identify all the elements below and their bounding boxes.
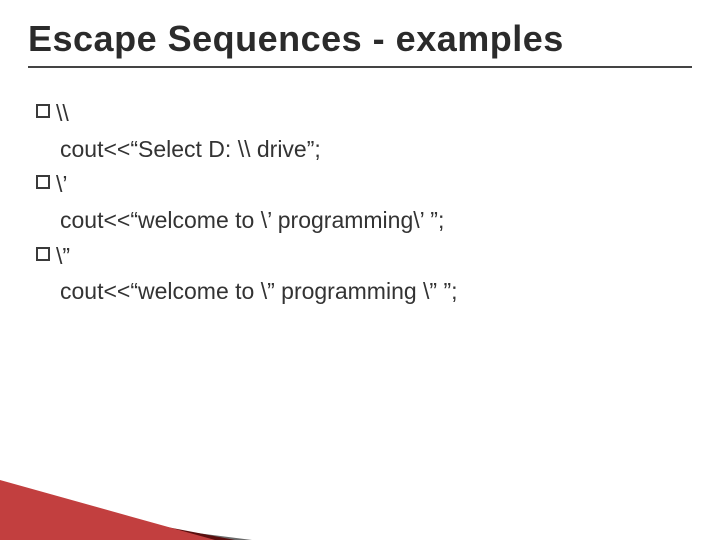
bullet-icon xyxy=(36,247,50,261)
code-line: cout<<“welcome to \” programming \” ”; xyxy=(36,274,692,310)
page-title: Escape Sequences - examples xyxy=(28,18,692,68)
bullet-text: \’ xyxy=(56,167,68,203)
list-item: \\ xyxy=(36,96,692,132)
slide: Escape Sequences - examples \\ cout<<“Se… xyxy=(0,0,720,540)
bullet-text: \\ xyxy=(56,96,69,132)
code-line: cout<<“Select D: \\ drive”; xyxy=(36,132,692,168)
list-item: \’ xyxy=(36,167,692,203)
bullet-text: \” xyxy=(56,239,70,275)
bullet-icon xyxy=(36,175,50,189)
content-body: \\ cout<<“Select D: \\ drive”; \’ cout<<… xyxy=(28,96,692,310)
corner-decoration-icon xyxy=(0,450,260,540)
list-item: \” xyxy=(36,239,692,275)
code-line: cout<<“welcome to \’ programming\’ ”; xyxy=(36,203,692,239)
bullet-icon xyxy=(36,104,50,118)
